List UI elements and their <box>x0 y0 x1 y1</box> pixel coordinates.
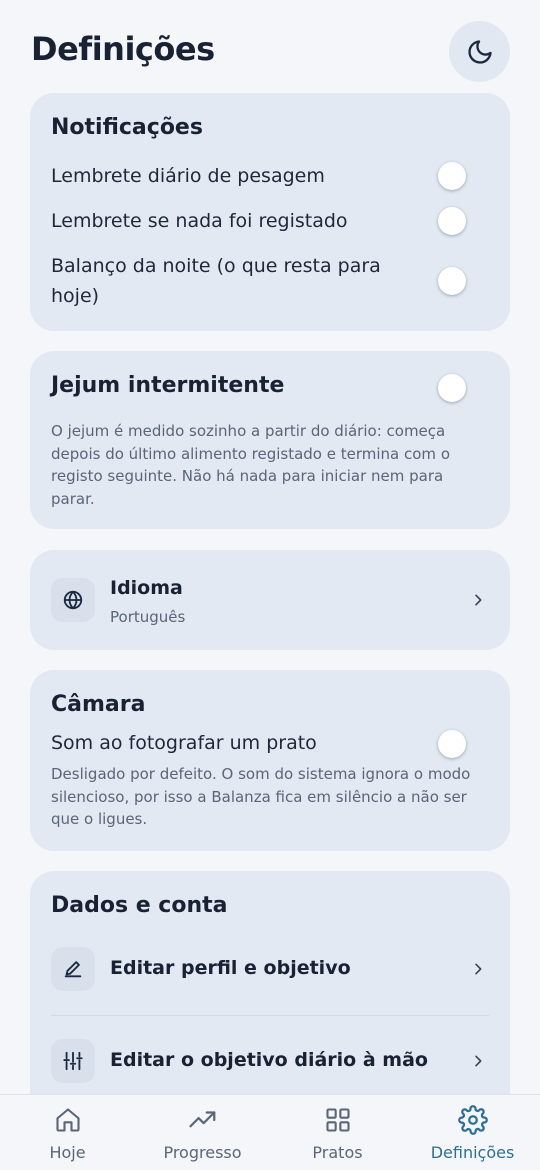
edit-profile-row[interactable]: Editar perfil e objetivo <box>30 941 510 1001</box>
daily-weigh-reminder-toggle[interactable] <box>438 162 466 190</box>
camera-description: Desligado por defeito. O som do sistema … <box>51 765 471 828</box>
camera-title: Câmara <box>51 692 146 717</box>
tab-hoje[interactable]: Hoje <box>0 1095 135 1170</box>
language-value: Português <box>110 608 186 626</box>
data-account-title: Dados e conta <box>51 893 228 918</box>
edit-profile-label: Editar perfil e objetivo <box>110 957 351 979</box>
fasting-toggle[interactable] <box>438 374 466 402</box>
divider <box>51 1015 489 1016</box>
language-icon-box <box>51 578 95 622</box>
edit-daily-goal-label: Editar o objetivo diário à mão <box>110 1049 428 1071</box>
tab-label: Progresso <box>163 1143 242 1162</box>
tab-label: Pratos <box>312 1143 363 1162</box>
nothing-logged-reminder-label: Lembrete se nada foi registado <box>51 210 348 232</box>
edit-daily-goal-icon-box <box>51 1039 95 1083</box>
language-label: Idioma <box>110 577 183 599</box>
page-title: Definições <box>31 30 215 68</box>
notifications-card: Notificações Lembrete diário de pesagem … <box>30 93 510 331</box>
evening-balance-toggle[interactable] <box>438 267 466 295</box>
chevron-right-icon <box>468 590 488 610</box>
theme-toggle-button[interactable] <box>449 21 510 82</box>
tab-label: Hoje <box>49 1143 86 1162</box>
camera-sound-toggle[interactable] <box>438 730 466 758</box>
tab-progresso[interactable]: Progresso <box>135 1095 270 1170</box>
tab-label: Definições <box>430 1143 515 1162</box>
sliders-icon <box>63 1051 83 1071</box>
header: Definições <box>0 0 540 94</box>
tab-pratos[interactable]: Pratos <box>270 1095 405 1170</box>
edit-daily-goal-row[interactable]: Editar o objetivo diário à mão <box>30 1031 510 1091</box>
moon-icon <box>467 39 492 64</box>
tab-definicoes[interactable]: Definições <box>405 1095 540 1170</box>
data-account-card: Dados e conta Editar perfil e objetivo E… <box>30 871 510 1131</box>
evening-balance-label-line1: Balanço da noite (o que resta para <box>51 255 381 277</box>
trending-up-icon <box>135 1105 270 1135</box>
language-card[interactable]: Idioma Português <box>30 550 510 650</box>
notifications-title: Notificações <box>51 115 203 140</box>
fasting-title: Jejum intermitente <box>51 373 285 398</box>
grid-icon <box>270 1105 405 1135</box>
daily-weigh-reminder-label: Lembrete diário de pesagem <box>51 165 325 187</box>
pencil-icon <box>64 961 82 978</box>
camera-sound-label: Som ao fotografar um prato <box>51 732 317 754</box>
fasting-card: Jejum intermitente O jejum é medido sozi… <box>30 351 510 529</box>
edit-profile-icon-box <box>51 947 95 991</box>
chevron-right-icon <box>468 959 488 979</box>
gear-icon <box>405 1105 540 1135</box>
nothing-logged-reminder-toggle[interactable] <box>438 207 466 235</box>
globe-icon <box>63 590 83 610</box>
evening-balance-label-line2: hoje) <box>51 285 100 307</box>
evening-balance-label: Balanço da noite (o que resta para hoje) <box>51 251 411 311</box>
chevron-right-icon <box>468 1051 488 1071</box>
camera-card: Câmara Som ao fotografar um prato Deslig… <box>30 670 510 851</box>
fasting-description: O jejum é medido sozinho a partir do diá… <box>51 422 450 508</box>
bottom-tab-bar: Hoje Progresso Pratos Definições <box>0 1094 540 1170</box>
home-icon <box>0 1105 135 1135</box>
